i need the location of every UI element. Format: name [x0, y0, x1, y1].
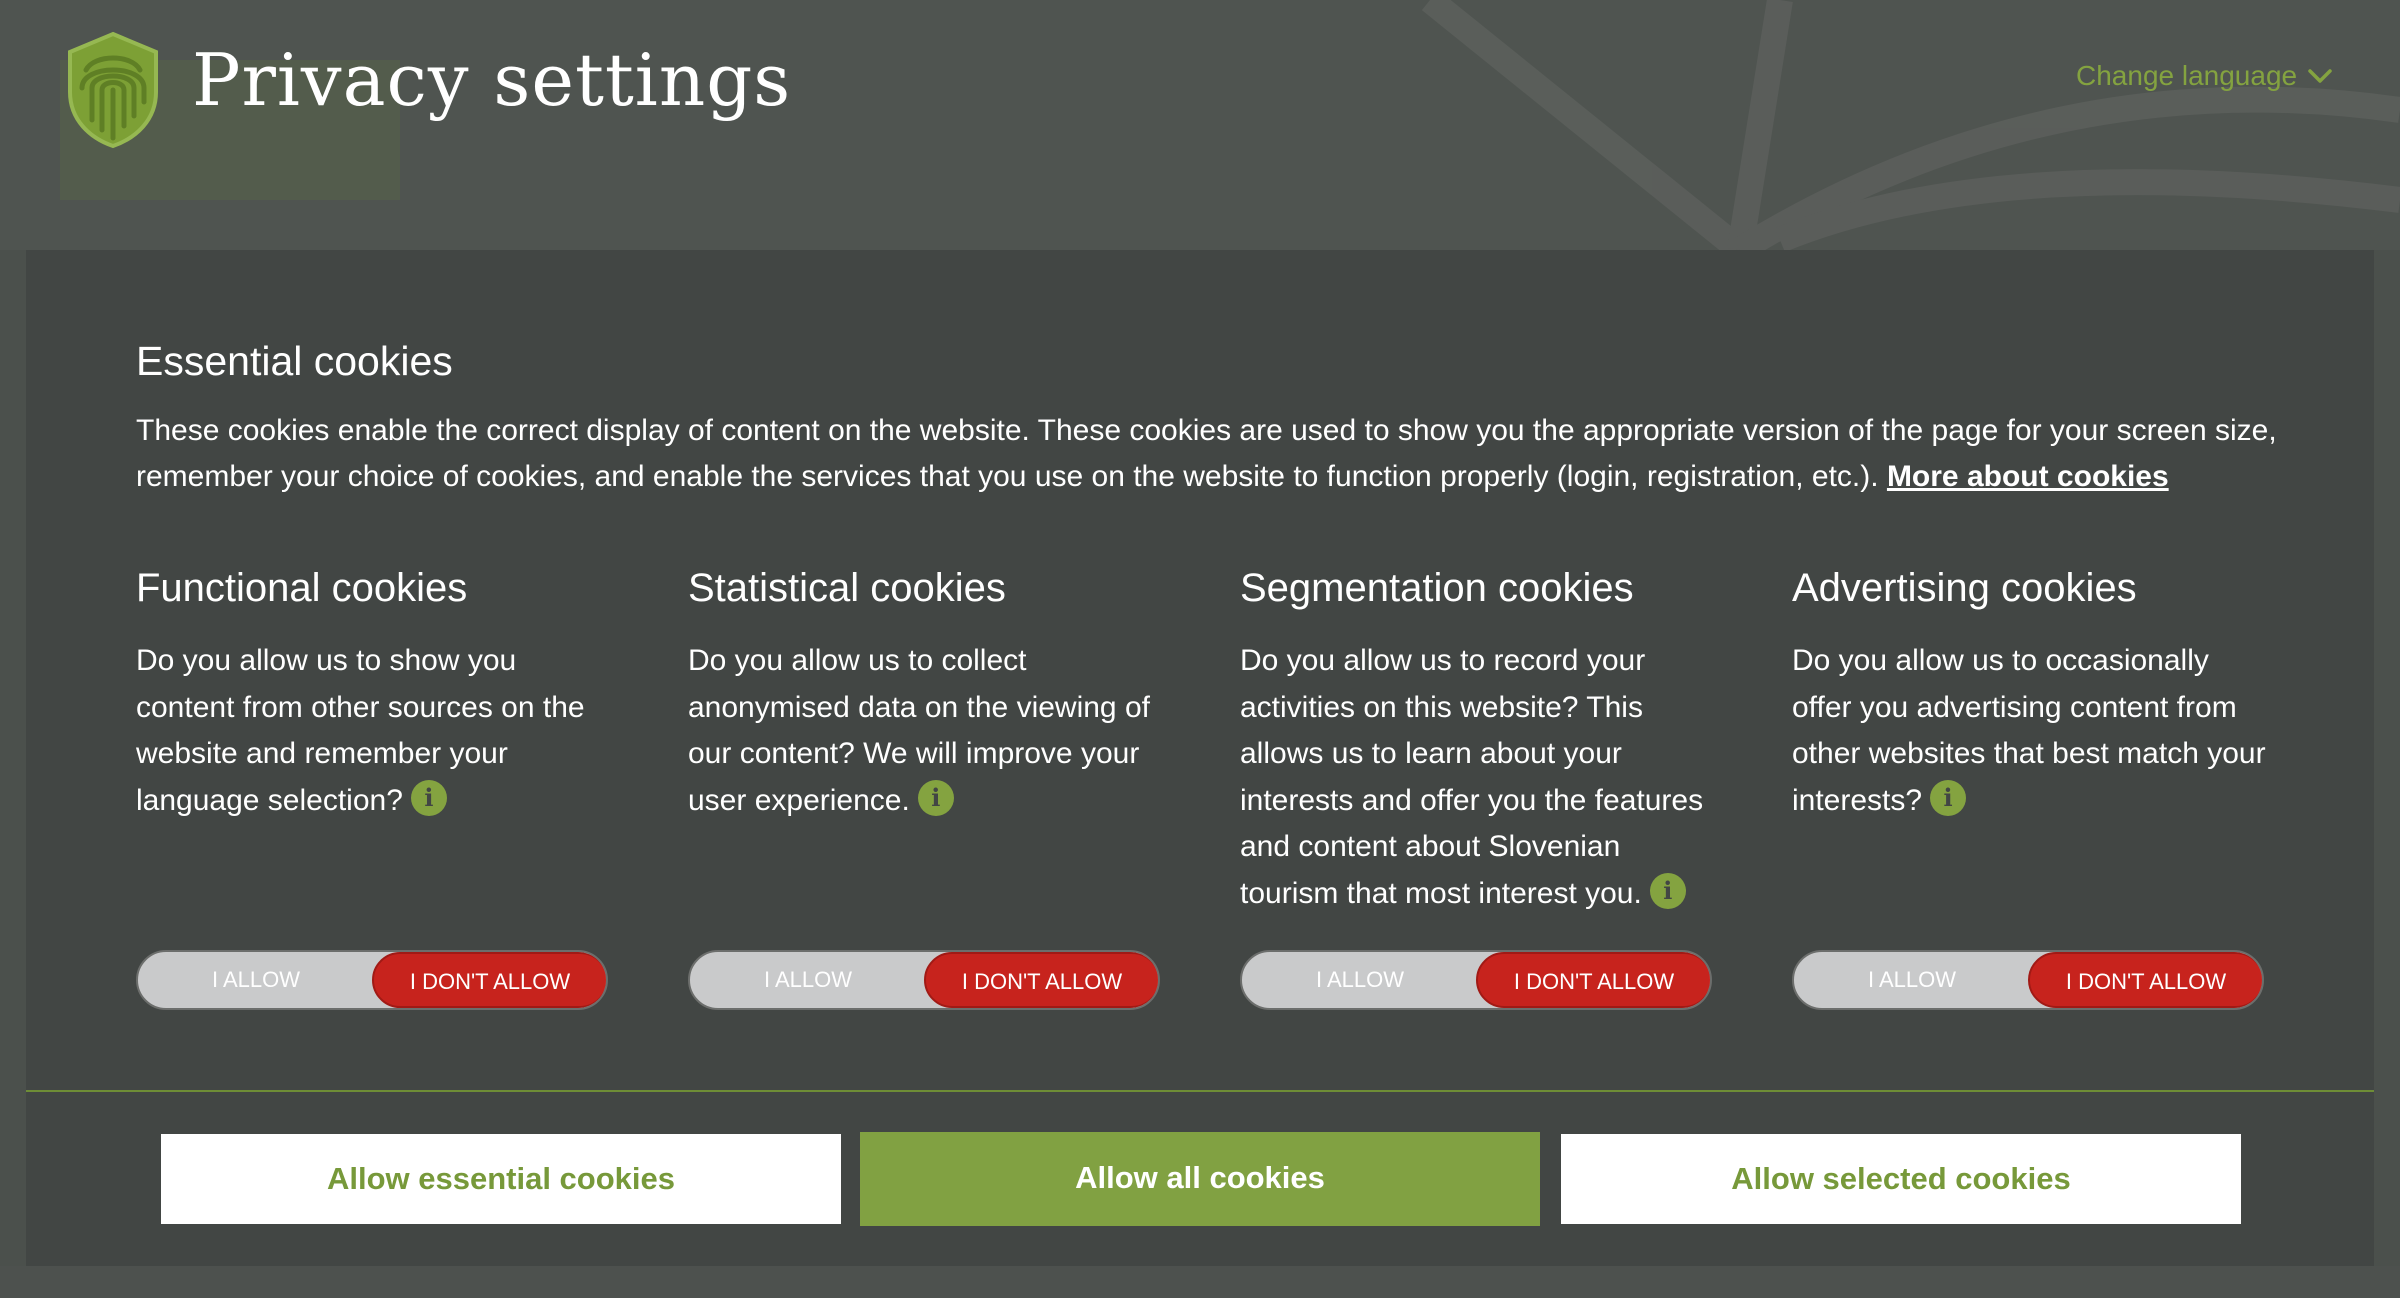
- chevron-down-icon: [2308, 69, 2332, 83]
- advertising-cookies-text: Do you allow us to occasionally offer yo…: [1792, 644, 2266, 817]
- statistical-allow-option[interactable]: I ALLOW: [690, 952, 926, 1008]
- info-icon[interactable]: i: [1930, 779, 1967, 816]
- segmentation-cookies-toggle: I ALLOW I DON'T ALLOW: [1240, 950, 1712, 1010]
- segmentation-deny-option[interactable]: I DON'T ALLOW: [1476, 952, 1710, 1008]
- allow-all-cookies-button[interactable]: Allow all cookies: [860, 1132, 1540, 1226]
- info-icon[interactable]: i: [917, 779, 954, 816]
- essential-cookies-title: Essential cookies: [136, 338, 453, 384]
- cookie-settings-panel: Essential cookies These cookies enable t…: [26, 250, 2374, 1266]
- functional-allow-option[interactable]: I ALLOW: [138, 952, 374, 1008]
- statistical-cookies-section: Statistical cookies Do you allow us to c…: [688, 560, 1168, 824]
- change-language-label: Change language: [2076, 60, 2298, 91]
- advertising-cookies-description: Do you allow us to occasionally offer yo…: [1792, 638, 2272, 824]
- functional-cookies-title: Functional cookies: [136, 566, 468, 610]
- functional-cookies-description: Do you allow us to show you content from…: [136, 638, 616, 824]
- more-about-cookies-link[interactable]: More about cookies: [1887, 460, 2169, 493]
- essential-cookies-description: These cookies enable the correct display…: [136, 408, 2286, 500]
- advertising-cookies-title: Advertising cookies: [1792, 566, 2137, 610]
- segmentation-cookies-title: Segmentation cookies: [1240, 566, 1634, 610]
- statistical-cookies-title: Statistical cookies: [688, 566, 1006, 610]
- divider: [26, 1090, 2374, 1092]
- info-icon[interactable]: i: [410, 779, 447, 816]
- allow-essential-cookies-button[interactable]: Allow essential cookies: [161, 1134, 841, 1224]
- info-icon[interactable]: i: [1649, 872, 1686, 909]
- segmentation-cookies-section: Segmentation cookies Do you allow us to …: [1240, 560, 1720, 917]
- advertising-cookies-toggle: I ALLOW I DON'T ALLOW: [1792, 950, 2264, 1010]
- advertising-deny-option[interactable]: I DON'T ALLOW: [2028, 952, 2262, 1008]
- segmentation-cookies-description: Do you allow us to record your activitie…: [1240, 638, 1720, 917]
- allow-selected-cookies-button[interactable]: Allow selected cookies: [1561, 1134, 2241, 1224]
- shield-fingerprint-icon: [68, 31, 158, 149]
- functional-cookies-section: Functional cookies Do you allow us to sh…: [136, 560, 616, 824]
- statistical-cookies-toggle: I ALLOW I DON'T ALLOW: [688, 950, 1160, 1010]
- statistical-cookies-description: Do you allow us to collect anonymised da…: [688, 638, 1168, 824]
- segmentation-cookies-text: Do you allow us to record your activitie…: [1240, 644, 1704, 910]
- segmentation-allow-option[interactable]: I ALLOW: [1242, 952, 1478, 1008]
- advertising-cookies-section: Advertising cookies Do you allow us to o…: [1792, 560, 2272, 824]
- advertising-allow-option[interactable]: I ALLOW: [1794, 952, 2030, 1008]
- statistical-deny-option[interactable]: I DON'T ALLOW: [924, 952, 1158, 1008]
- functional-deny-option[interactable]: I DON'T ALLOW: [372, 952, 606, 1008]
- functional-cookies-toggle: I ALLOW I DON'T ALLOW: [136, 950, 608, 1010]
- page-title: Privacy settings: [192, 38, 792, 122]
- functional-cookies-text: Do you allow us to show you content from…: [136, 644, 585, 817]
- change-language-button[interactable]: Change language: [2076, 60, 2333, 92]
